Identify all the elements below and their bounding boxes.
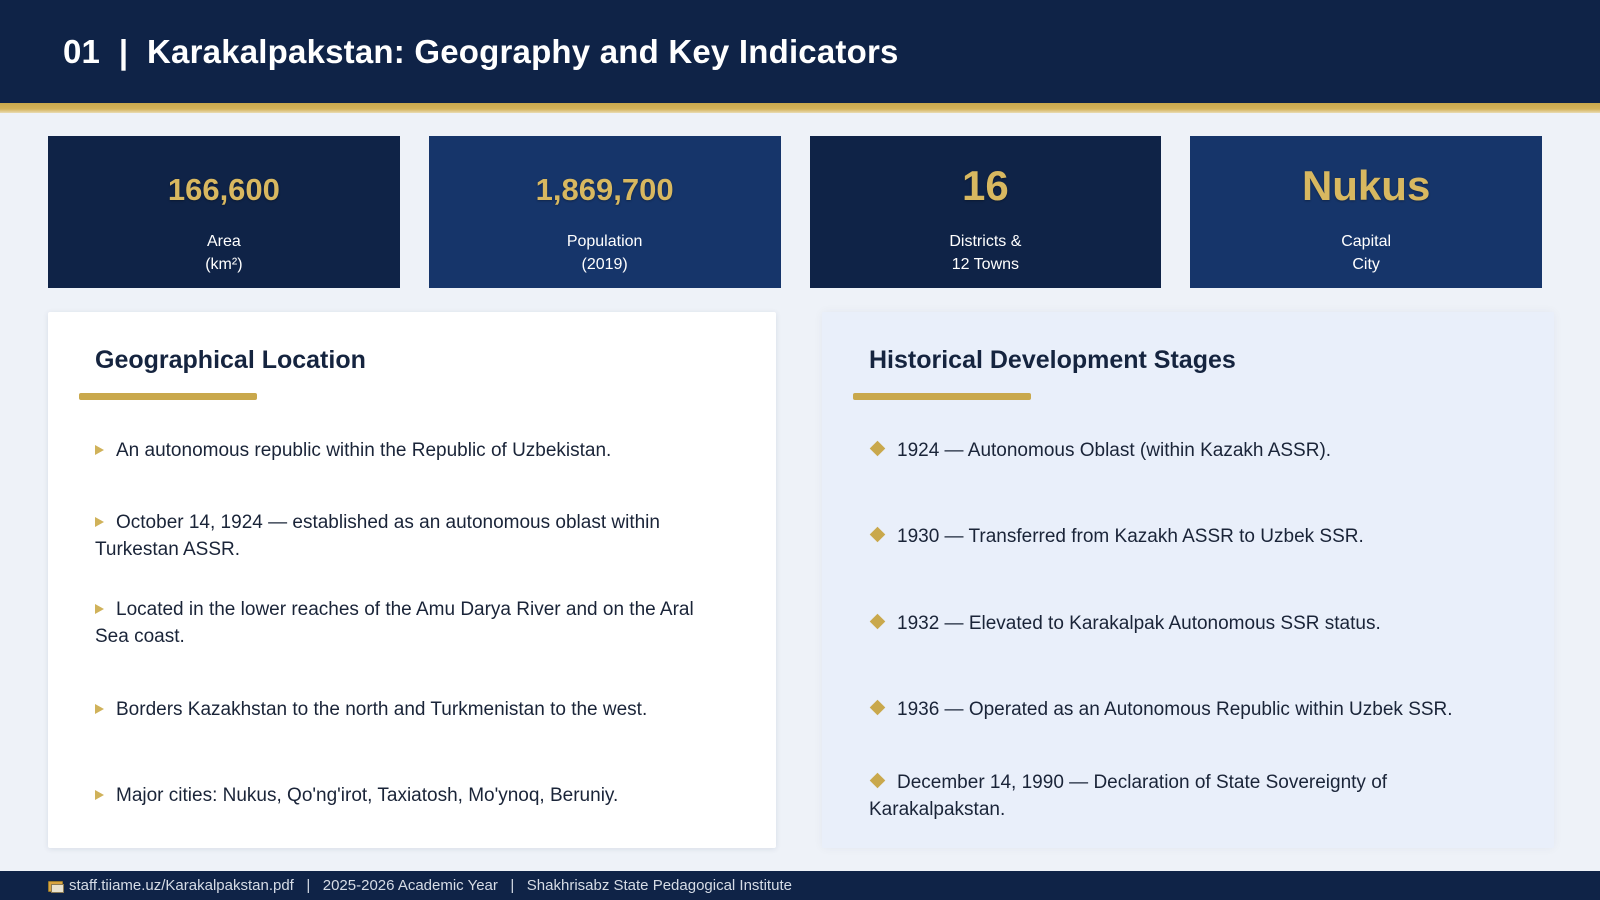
history-item: December 14, 1990 — Declaration of State…	[869, 772, 1388, 820]
history-item: 1924 — Autonomous Oblast (within Kazakh …	[869, 437, 1509, 464]
geography-panel-title: Geographical Location	[95, 346, 366, 374]
geography-item: Borders Kazakhstan to the north and Turk…	[95, 696, 715, 723]
stat-label-area: Area (km²)	[48, 230, 400, 276]
stat-value-districts: 16	[962, 162, 1009, 209]
bullet-arrow-icon	[95, 704, 104, 714]
stat-label-population-line1: Population	[566, 233, 643, 250]
history-item: 1932 — Elevated to Karakalpak Autonomous…	[869, 610, 1509, 637]
geography-title-underline	[79, 393, 257, 400]
bullet-diamond-icon	[869, 526, 886, 543]
bullet-arrow-icon	[95, 790, 104, 800]
bullet-diamond-icon	[869, 699, 886, 716]
bullet-arrow-icon	[95, 604, 104, 614]
history-panel: Historical Development Stages 1924 — Aut…	[822, 312, 1554, 848]
book-icon	[48, 880, 64, 893]
stat-label-capital: Capital City	[1190, 230, 1542, 276]
stat-value-capital: Nukus	[1301, 162, 1431, 209]
stat-label-capital-line2: City	[1352, 256, 1380, 273]
slide-header: 01 | Karakalpakstan: Geography and Key I…	[0, 0, 1600, 103]
stat-label-districts: Districts & 12 Towns	[810, 230, 1162, 276]
geography-panel: Geographical Location An autonomous repu…	[48, 312, 776, 848]
bullet-arrow-icon	[95, 517, 104, 527]
bullet-diamond-icon	[869, 440, 886, 457]
bullet-diamond-icon	[869, 772, 886, 789]
stat-label-area-line1: Area	[206, 233, 241, 250]
history-panel-title: Historical Development Stages	[869, 346, 1236, 374]
slide-footer: staff.tiiame.uz/Karakalpakstan.pdf | 202…	[0, 871, 1600, 900]
header-accent-bar	[0, 103, 1600, 113]
stat-value-area: 166,600	[167, 172, 280, 207]
stat-label-area-line2: (km²)	[205, 256, 243, 273]
bullet-diamond-icon	[869, 613, 886, 630]
stat-value-population: 1,869,700	[535, 172, 674, 207]
history-title-underline	[853, 393, 1031, 400]
geography-item: October 14, 1924 — established as an aut…	[95, 512, 660, 560]
stat-card-districts: 16 Districts & 12 Towns	[809, 136, 1162, 288]
stat-label-districts-line1: Districts &	[949, 233, 1022, 250]
stat-card-capital: Nukus Capital City	[1190, 136, 1542, 288]
geography-item: Located in the lower reaches of the Amu …	[95, 599, 694, 647]
stat-label-districts-line2: 12 Towns	[951, 256, 1020, 273]
footer-text: staff.tiiame.uz/Karakalpakstan.pdf | 202…	[69, 877, 792, 894]
stat-label-capital-line1: Capital	[1341, 233, 1392, 250]
stat-card-population: 1,869,700 Population (2019)	[428, 136, 781, 288]
stat-label-population: Population (2019)	[429, 230, 781, 276]
geography-item: An autonomous republic within the Republ…	[95, 437, 715, 464]
history-item: 1930 — Transferred from Kazakh ASSR to U…	[869, 523, 1509, 550]
slide-title: 01 | Karakalpakstan: Geography and Key I…	[63, 32, 899, 70]
stat-card-area: 166,600 Area (km²)	[48, 136, 400, 288]
bullet-arrow-icon	[95, 445, 104, 455]
stat-label-population-line2: (2019)	[581, 256, 628, 273]
geography-item: Major cities: Nukus, Qo'ng'irot, Taxiato…	[95, 782, 715, 809]
history-item: 1936 — Operated as an Autonomous Republi…	[869, 696, 1509, 723]
stats-row: 166,600 Area (km²) 1,869,700 Population …	[48, 136, 1542, 288]
